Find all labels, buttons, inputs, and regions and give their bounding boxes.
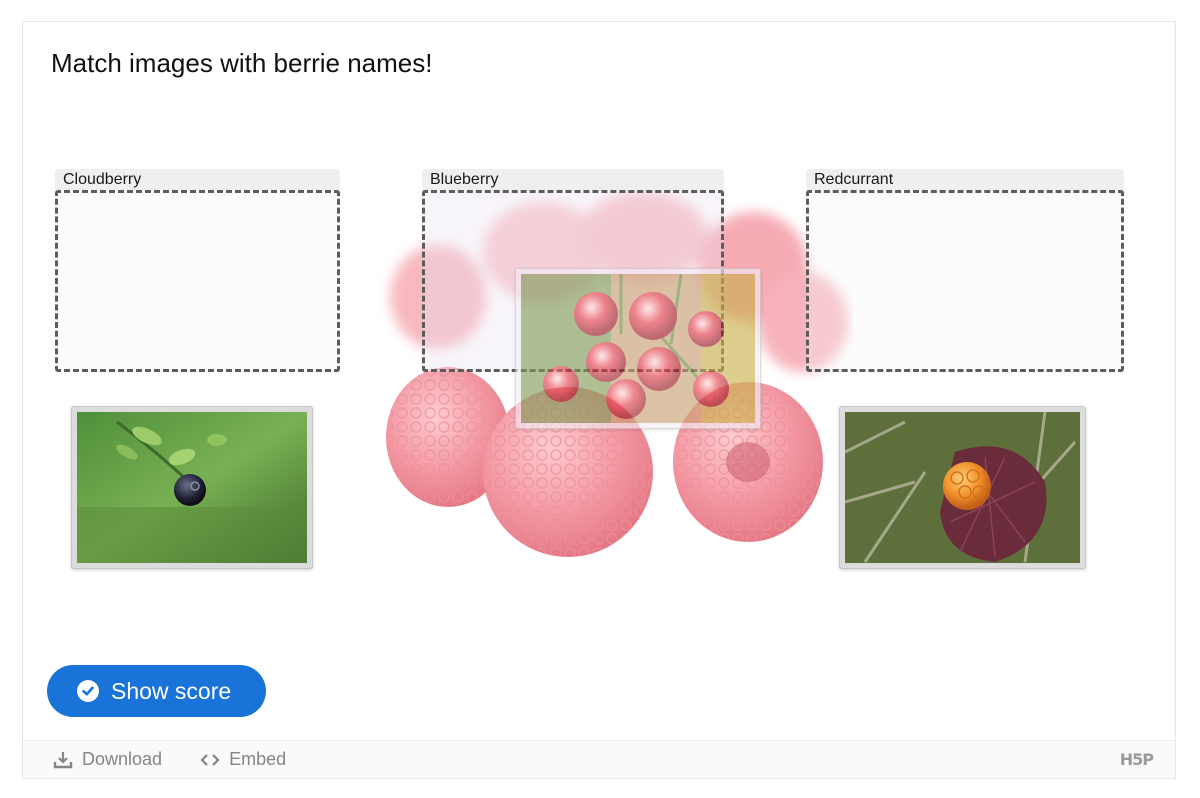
h5p-content: Match images with berrie names! Cloudber… <box>22 21 1176 779</box>
redcurrant-photo <box>521 274 755 423</box>
dropzone-redcurrant[interactable]: Redcurrant <box>806 169 1124 372</box>
show-score-button[interactable]: Show score <box>47 665 266 717</box>
download-label: Download <box>82 749 163 769</box>
show-score-label: Show score <box>111 677 232 704</box>
download-button[interactable]: Download <box>53 749 162 770</box>
dropzone-label: Redcurrant <box>806 169 1124 190</box>
h5p-actions-bar: Download Embed H5P <box>23 740 1175 778</box>
cloudberry-photo <box>845 412 1080 563</box>
code-icon <box>200 753 220 767</box>
dropzone-cloudberry[interactable]: Cloudberry <box>55 169 340 372</box>
dropzone-label: Cloudberry <box>55 169 340 190</box>
dropzone-area[interactable] <box>806 190 1124 372</box>
drag-and-drop-board: Match images with berrie names! Cloudber… <box>23 22 1177 662</box>
draggable-cloudberry-image[interactable] <box>839 406 1086 569</box>
download-icon <box>53 751 73 769</box>
dropzone-area[interactable] <box>55 190 340 372</box>
draggable-redcurrant-image[interactable] <box>515 268 761 429</box>
draggable-blueberry-image[interactable] <box>71 406 313 569</box>
embed-button[interactable]: Embed <box>200 749 286 770</box>
dropzone-label: Blueberry <box>422 169 724 190</box>
embed-label: Embed <box>229 749 287 769</box>
task-title: Match images with berrie names! <box>51 48 433 78</box>
check-circle-icon <box>77 680 99 702</box>
h5p-logo[interactable]: H5P <box>1120 750 1154 769</box>
blueberry-photo <box>77 412 307 563</box>
